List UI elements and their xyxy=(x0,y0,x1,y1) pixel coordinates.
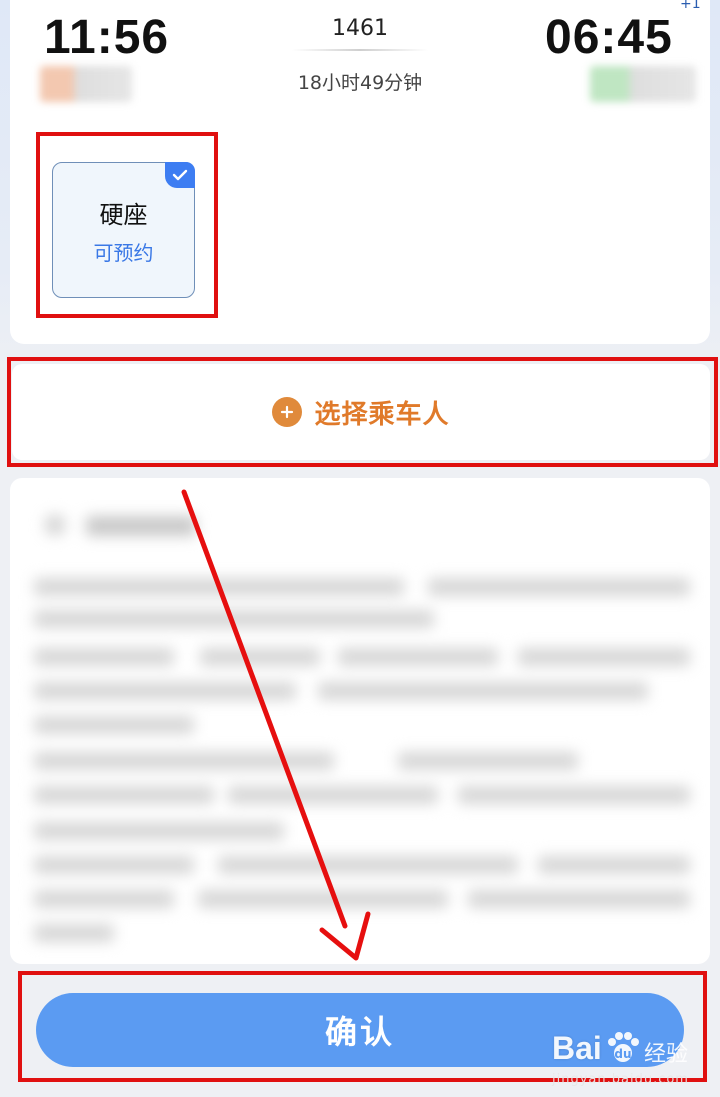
train-number[interactable]: 1461 xyxy=(0,16,720,41)
watermark-brand: Bai xyxy=(552,1030,602,1066)
passenger-highlight-box xyxy=(7,357,718,467)
blurred-notice-text xyxy=(28,492,692,952)
arrival-day-offset: +1 xyxy=(680,0,701,12)
watermark-product: 经验 xyxy=(644,1042,689,1067)
route-line xyxy=(292,49,428,51)
notice-card-blurred xyxy=(10,478,710,964)
baidu-jingyan-watermark: Bai du 经验 jingyan.baidu.com xyxy=(552,1020,720,1090)
svg-text:du: du xyxy=(614,1047,631,1061)
watermark-url: jingyan.baidu.com xyxy=(552,1072,689,1087)
departure-station-blurred xyxy=(40,66,132,102)
arrival-station-blurred xyxy=(590,66,696,102)
paw-logo-icon: du xyxy=(604,1028,642,1070)
seat-highlight-box xyxy=(36,132,218,318)
